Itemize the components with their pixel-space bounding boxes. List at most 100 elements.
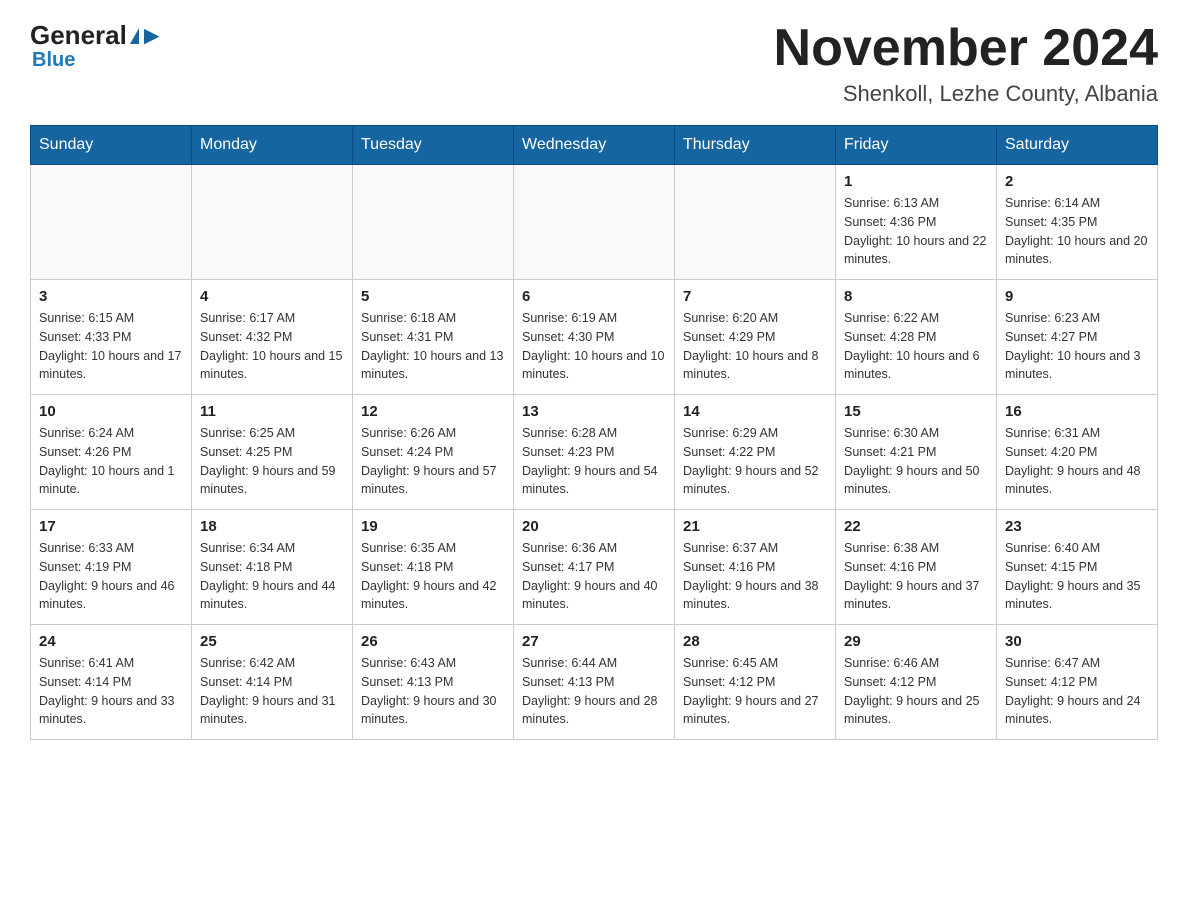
table-row: 25 Sunrise: 6:42 AMSunset: 4:14 PMDayligh…	[192, 625, 353, 740]
day-number: 24	[39, 633, 183, 650]
day-info: Sunrise: 6:30 AMSunset: 4:21 PMDaylight:…	[844, 424, 988, 499]
month-title: November 2024	[774, 20, 1158, 77]
table-row: 16 Sunrise: 6:31 AMSunset: 4:20 PMDayligh…	[997, 395, 1158, 510]
table-row	[31, 165, 192, 280]
day-info: Sunrise: 6:41 AMSunset: 4:14 PMDaylight:…	[39, 654, 183, 729]
table-row	[192, 165, 353, 280]
day-number: 2	[1005, 173, 1149, 190]
day-number: 17	[39, 518, 183, 535]
table-row: 4 Sunrise: 6:17 AMSunset: 4:32 PMDaylight…	[192, 280, 353, 395]
table-row: 21 Sunrise: 6:37 AMSunset: 4:16 PMDayligh…	[675, 510, 836, 625]
header-saturday: Saturday	[997, 126, 1158, 165]
day-number: 6	[522, 288, 666, 305]
day-info: Sunrise: 6:19 AMSunset: 4:30 PMDaylight:…	[522, 309, 666, 384]
header-tuesday: Tuesday	[353, 126, 514, 165]
day-info: Sunrise: 6:25 AMSunset: 4:25 PMDaylight:…	[200, 424, 344, 499]
day-number: 16	[1005, 403, 1149, 420]
calendar-week-row: 24 Sunrise: 6:41 AMSunset: 4:14 PMDayligh…	[31, 625, 1158, 740]
day-info: Sunrise: 6:37 AMSunset: 4:16 PMDaylight:…	[683, 539, 827, 614]
table-row: 26 Sunrise: 6:43 AMSunset: 4:13 PMDayligh…	[353, 625, 514, 740]
table-row: 12 Sunrise: 6:26 AMSunset: 4:24 PMDayligh…	[353, 395, 514, 510]
header-wednesday: Wednesday	[514, 126, 675, 165]
calendar-table: Sunday Monday Tuesday Wednesday Thursday…	[30, 125, 1158, 740]
calendar-week-row: 3 Sunrise: 6:15 AMSunset: 4:33 PMDaylight…	[31, 280, 1158, 395]
header-sunday: Sunday	[31, 126, 192, 165]
day-info: Sunrise: 6:42 AMSunset: 4:14 PMDaylight:…	[200, 654, 344, 729]
day-number: 29	[844, 633, 988, 650]
calendar-week-row: 17Sunrise: 6:33 AMSunset: 4:19 PMDayligh…	[31, 510, 1158, 625]
day-info: Sunrise: 6:29 AMSunset: 4:22 PMDaylight:…	[683, 424, 827, 499]
day-info: Sunrise: 6:31 AMSunset: 4:20 PMDaylight:…	[1005, 424, 1149, 499]
day-info: Sunrise: 6:24 AMSunset: 4:26 PMDaylight:…	[39, 424, 183, 499]
table-row: 27 Sunrise: 6:44 AMSunset: 4:13 PMDayligh…	[514, 625, 675, 740]
day-number: 10	[39, 403, 183, 420]
day-info: Sunrise: 6:14 AMSunset: 4:35 PMDaylight:…	[1005, 194, 1149, 269]
header-friday: Friday	[836, 126, 997, 165]
day-number: 26	[361, 633, 505, 650]
table-row	[353, 165, 514, 280]
day-number: 25	[200, 633, 344, 650]
table-row: 7 Sunrise: 6:20 AMSunset: 4:29 PMDaylight…	[675, 280, 836, 395]
day-info: Sunrise: 6:20 AMSunset: 4:29 PMDaylight:…	[683, 309, 827, 384]
day-number: 21	[683, 518, 827, 535]
logo-blue-label: Blue	[30, 49, 75, 72]
day-info: Sunrise: 6:40 AMSunset: 4:15 PMDaylight:…	[1005, 539, 1149, 614]
table-row: 9 Sunrise: 6:23 AMSunset: 4:27 PMDaylight…	[997, 280, 1158, 395]
table-row	[675, 165, 836, 280]
table-row: 28 Sunrise: 6:45 AMSunset: 4:12 PMDayligh…	[675, 625, 836, 740]
table-row: 13Sunrise: 6:28 AMSunset: 4:23 PMDayligh…	[514, 395, 675, 510]
day-number: 22	[844, 518, 988, 535]
day-number: 27	[522, 633, 666, 650]
day-number: 9	[1005, 288, 1149, 305]
table-row: 23 Sunrise: 6:40 AMSunset: 4:15 PMDayligh…	[997, 510, 1158, 625]
day-number: 8	[844, 288, 988, 305]
table-row: 20Sunrise: 6:36 AMSunset: 4:17 PMDayligh…	[514, 510, 675, 625]
table-row: 29 Sunrise: 6:46 AMSunset: 4:12 PMDayligh…	[836, 625, 997, 740]
table-row: 3 Sunrise: 6:15 AMSunset: 4:33 PMDaylight…	[31, 280, 192, 395]
table-row: 24 Sunrise: 6:41 AMSunset: 4:14 PMDayligh…	[31, 625, 192, 740]
day-info: Sunrise: 6:23 AMSunset: 4:27 PMDaylight:…	[1005, 309, 1149, 384]
day-info: Sunrise: 6:38 AMSunset: 4:16 PMDaylight:…	[844, 539, 988, 614]
table-row: 19Sunrise: 6:35 AMSunset: 4:18 PMDayligh…	[353, 510, 514, 625]
table-row: 15 Sunrise: 6:30 AMSunset: 4:21 PMDayligh…	[836, 395, 997, 510]
table-row: 5Sunrise: 6:18 AMSunset: 4:31 PMDaylight…	[353, 280, 514, 395]
day-info: Sunrise: 6:44 AMSunset: 4:13 PMDaylight:…	[522, 654, 666, 729]
day-number: 14	[683, 403, 827, 420]
day-info: Sunrise: 6:43 AMSunset: 4:13 PMDaylight:…	[361, 654, 505, 729]
title-block: November 2024 Shenkoll, Lezhe County, Al…	[774, 20, 1158, 107]
day-number: 4	[200, 288, 344, 305]
table-row: 30Sunrise: 6:47 AMSunset: 4:12 PMDayligh…	[997, 625, 1158, 740]
day-info: Sunrise: 6:45 AMSunset: 4:12 PMDaylight:…	[683, 654, 827, 729]
day-info: Sunrise: 6:26 AMSunset: 4:24 PMDaylight:…	[361, 424, 505, 499]
table-row: 17Sunrise: 6:33 AMSunset: 4:19 PMDayligh…	[31, 510, 192, 625]
day-info: Sunrise: 6:34 AMSunset: 4:18 PMDaylight:…	[200, 539, 344, 614]
table-row: 1Sunrise: 6:13 AMSunset: 4:36 PMDaylight…	[836, 165, 997, 280]
day-info: Sunrise: 6:46 AMSunset: 4:12 PMDaylight:…	[844, 654, 988, 729]
header-monday: Monday	[192, 126, 353, 165]
logo-general-text: General	[30, 20, 139, 51]
day-info: Sunrise: 6:36 AMSunset: 4:17 PMDaylight:…	[522, 539, 666, 614]
table-row: 8 Sunrise: 6:22 AMSunset: 4:28 PMDaylight…	[836, 280, 997, 395]
day-info: Sunrise: 6:15 AMSunset: 4:33 PMDaylight:…	[39, 309, 183, 384]
day-number: 1	[844, 173, 988, 190]
table-row: 18 Sunrise: 6:34 AMSunset: 4:18 PMDayligh…	[192, 510, 353, 625]
table-row: 6 Sunrise: 6:19 AMSunset: 4:30 PMDaylight…	[514, 280, 675, 395]
weekday-header-row: Sunday Monday Tuesday Wednesday Thursday…	[31, 126, 1158, 165]
day-number: 15	[844, 403, 988, 420]
table-row	[514, 165, 675, 280]
day-number: 7	[683, 288, 827, 305]
day-number: 13	[522, 403, 666, 420]
logo-blue-text: ►	[139, 20, 165, 51]
day-info: Sunrise: 6:35 AMSunset: 4:18 PMDaylight:…	[361, 539, 505, 614]
table-row: 22 Sunrise: 6:38 AMSunset: 4:16 PMDayligh…	[836, 510, 997, 625]
day-number: 18	[200, 518, 344, 535]
day-number: 23	[1005, 518, 1149, 535]
day-info: Sunrise: 6:17 AMSunset: 4:32 PMDaylight:…	[200, 309, 344, 384]
header-thursday: Thursday	[675, 126, 836, 165]
table-row: 10 Sunrise: 6:24 AMSunset: 4:26 PMDayligh…	[31, 395, 192, 510]
day-number: 28	[683, 633, 827, 650]
day-info: Sunrise: 6:22 AMSunset: 4:28 PMDaylight:…	[844, 309, 988, 384]
day-number: 12	[361, 403, 505, 420]
day-number: 5	[361, 288, 505, 305]
day-number: 3	[39, 288, 183, 305]
